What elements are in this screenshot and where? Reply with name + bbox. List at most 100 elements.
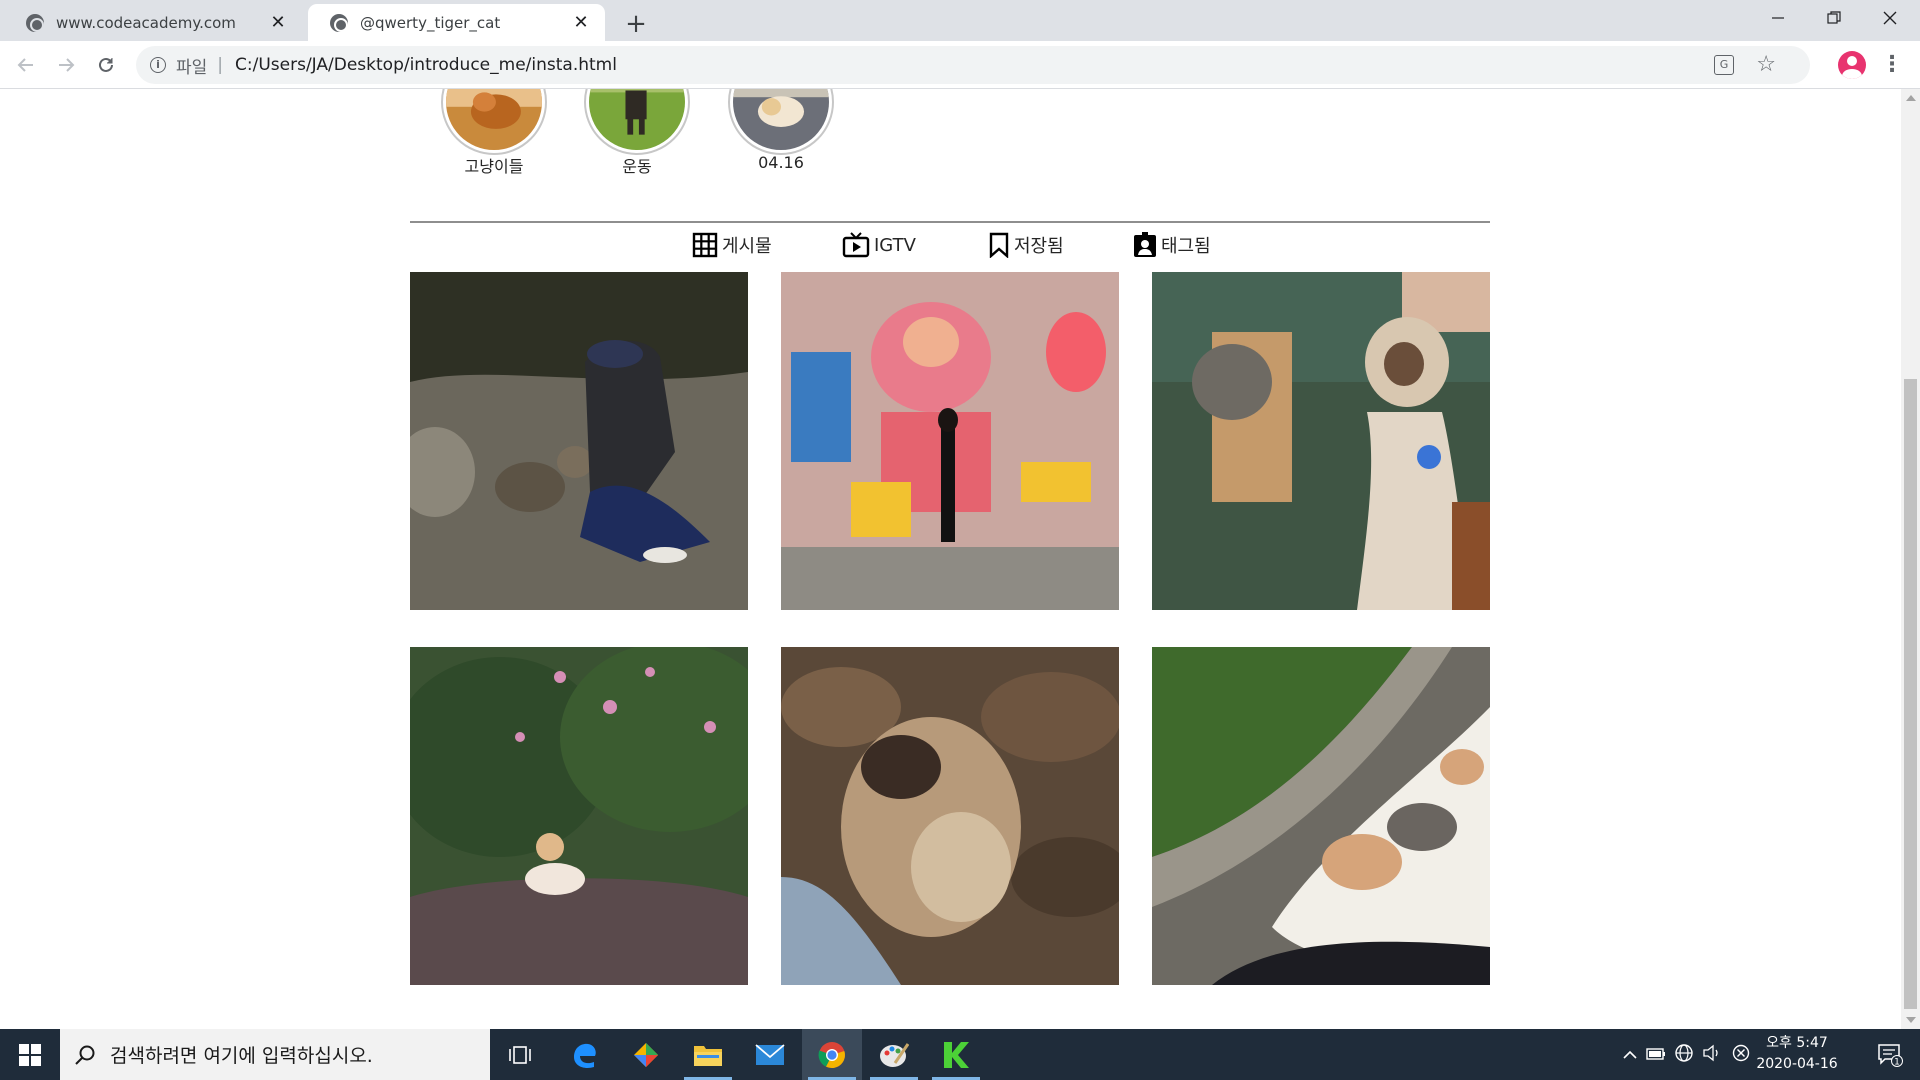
- post-image-calico-cat: [1152, 647, 1490, 985]
- post-image-siamese-cat: [1152, 272, 1490, 610]
- tab-saved[interactable]: 저장됨: [988, 232, 1064, 258]
- editor-app-button[interactable]: [926, 1029, 986, 1080]
- bookmark-star-icon[interactable]: ☆: [1756, 52, 1776, 77]
- edge-icon: [574, 1043, 596, 1068]
- chrome-button[interactable]: [802, 1029, 862, 1080]
- highlight-label: 04.16: [758, 153, 804, 172]
- tab-tagged[interactable]: 태그됨: [1133, 232, 1211, 258]
- new-tab-button[interactable]: +: [618, 8, 654, 40]
- browser-tab-strip: www.codeacademy.com ✕ @qwerty_tiger_cat …: [0, 0, 1920, 41]
- post-thumbnail[interactable]: [410, 272, 748, 610]
- globe-icon: [26, 13, 44, 32]
- chrome-icon: [818, 1041, 845, 1068]
- post-image-car-roof-cat: [410, 647, 748, 985]
- windows-taskbar: 검색하려면 여기에 입력하십시오. 오후 5:47 2020-04-16 1: [0, 1029, 1920, 1080]
- reload-button[interactable]: [90, 49, 122, 81]
- grid-icon: [692, 232, 718, 258]
- restore-button[interactable]: [1806, 0, 1862, 36]
- clock-time: 오후 5:47: [1766, 1035, 1828, 1051]
- tagged-icon: [1134, 232, 1156, 257]
- page-scrollbar[interactable]: [1901, 89, 1920, 1029]
- address-bar[interactable]: i 파일 | C:/Users/JA/Desktop/introduce_me/…: [136, 46, 1810, 84]
- post-image-kitten-leaves: [781, 647, 1119, 985]
- profile-avatar[interactable]: [1838, 51, 1866, 79]
- edge-button[interactable]: [554, 1029, 614, 1080]
- clock-date: 2020-04-16: [1756, 1056, 1838, 1072]
- tab-label: IGTV: [874, 234, 916, 256]
- taskbar-search-input[interactable]: 검색하려면 여기에 입력하십시오.: [60, 1029, 490, 1080]
- highlight-thumbnail[interactable]: [441, 89, 547, 155]
- folder-icon: [694, 1045, 722, 1066]
- notification-icon: 1: [1878, 1043, 1903, 1067]
- taskbar-clock[interactable]: 오후 5:47 2020-04-16: [1754, 1033, 1840, 1075]
- post-thumbnail[interactable]: [781, 647, 1119, 985]
- highlight-image-cats: [446, 89, 542, 150]
- tab-label: 태그됨: [1161, 236, 1211, 257]
- tab-label: 게시물: [722, 236, 772, 257]
- bookmark-icon: [989, 232, 1009, 258]
- profile-tabs-divider: [410, 221, 1490, 223]
- post-thumbnail[interactable]: [1152, 272, 1490, 610]
- minimize-button[interactable]: [1750, 0, 1806, 36]
- search-icon: [75, 1045, 95, 1065]
- close-tab-icon[interactable]: ✕: [268, 12, 288, 33]
- post-thumbnail[interactable]: [1152, 647, 1490, 985]
- highlight-thumbnail[interactable]: [728, 89, 834, 155]
- mail-button[interactable]: [740, 1029, 800, 1080]
- windows-logo-icon: [19, 1043, 41, 1066]
- file-scheme-label: 파일: [176, 57, 208, 78]
- browser-tab-codeacademy[interactable]: www.codeacademy.com ✕: [4, 4, 302, 41]
- tab-title: www.codeacademy.com: [56, 13, 236, 32]
- search-placeholder: 검색하려면 여기에 입력하십시오.: [110, 1045, 373, 1067]
- igtv-icon: [842, 232, 870, 258]
- globe-icon: [330, 13, 348, 32]
- browser-toolbar: i 파일 | C:/Users/JA/Desktop/introduce_me/…: [0, 41, 1920, 89]
- kite-app-icon: [944, 1041, 969, 1068]
- browser-tab-insta[interactable]: @qwerty_tiger_cat ✕: [308, 4, 605, 41]
- highlight-image-0416: [733, 89, 829, 150]
- scroll-down-arrow-icon[interactable]: [1906, 1017, 1916, 1023]
- tab-posts[interactable]: 게시물: [692, 232, 772, 258]
- info-icon[interactable]: i: [150, 57, 166, 73]
- mail-icon: [755, 1043, 785, 1065]
- task-view-button[interactable]: [490, 1029, 550, 1080]
- back-button[interactable]: [10, 49, 42, 81]
- ime-status-icon[interactable]: [1726, 1044, 1756, 1066]
- close-window-button[interactable]: [1862, 0, 1918, 36]
- chrome-menu-icon[interactable]: ⋮: [1880, 51, 1904, 79]
- scrollbar-thumb[interactable]: [1904, 379, 1917, 1009]
- task-view-icon: [509, 1045, 531, 1064]
- url-text[interactable]: C:/Users/JA/Desktop/introduce_me/insta.h…: [235, 55, 617, 75]
- paint-palette-icon: [880, 1042, 909, 1067]
- volume-icon[interactable]: [1698, 1044, 1726, 1066]
- network-globe-icon[interactable]: [1670, 1043, 1698, 1067]
- git-app-button[interactable]: [616, 1029, 676, 1080]
- highlight-label: 고냥이들: [464, 157, 524, 176]
- highlight-thumbnail[interactable]: [584, 89, 690, 155]
- post-thumbnail[interactable]: [781, 272, 1119, 610]
- system-tray: [1618, 1029, 1756, 1080]
- paint-button[interactable]: [864, 1029, 924, 1080]
- tab-title: @qwerty_tiger_cat: [360, 13, 501, 32]
- highlight-image-exercise: [589, 89, 685, 150]
- reload-icon: [99, 57, 113, 72]
- address-separator: |: [217, 55, 224, 75]
- back-arrow-icon: [17, 58, 33, 72]
- notification-count: 1: [1894, 1057, 1900, 1067]
- post-image-mural: [781, 272, 1119, 610]
- page-viewport: 고냥이들 운동 04.16 게시물 IGTV 저장됨 태그됨: [0, 89, 1901, 1029]
- scroll-up-arrow-icon[interactable]: [1906, 95, 1916, 101]
- forward-arrow-icon: [59, 58, 75, 72]
- post-thumbnail[interactable]: [410, 647, 748, 985]
- tab-label: 저장됨: [1014, 236, 1064, 257]
- action-center-button[interactable]: 1: [1860, 1029, 1920, 1080]
- translate-icon[interactable]: G: [1714, 55, 1734, 75]
- close-tab-icon[interactable]: ✕: [571, 12, 591, 33]
- file-explorer-button[interactable]: [678, 1029, 738, 1080]
- forward-button[interactable]: [50, 49, 82, 81]
- tab-igtv[interactable]: IGTV: [842, 232, 916, 258]
- battery-icon[interactable]: [1642, 1046, 1670, 1064]
- show-hidden-icons-chevron-icon[interactable]: [1618, 1046, 1642, 1064]
- start-button[interactable]: [0, 1029, 60, 1080]
- diamond-app-icon: [634, 1042, 658, 1067]
